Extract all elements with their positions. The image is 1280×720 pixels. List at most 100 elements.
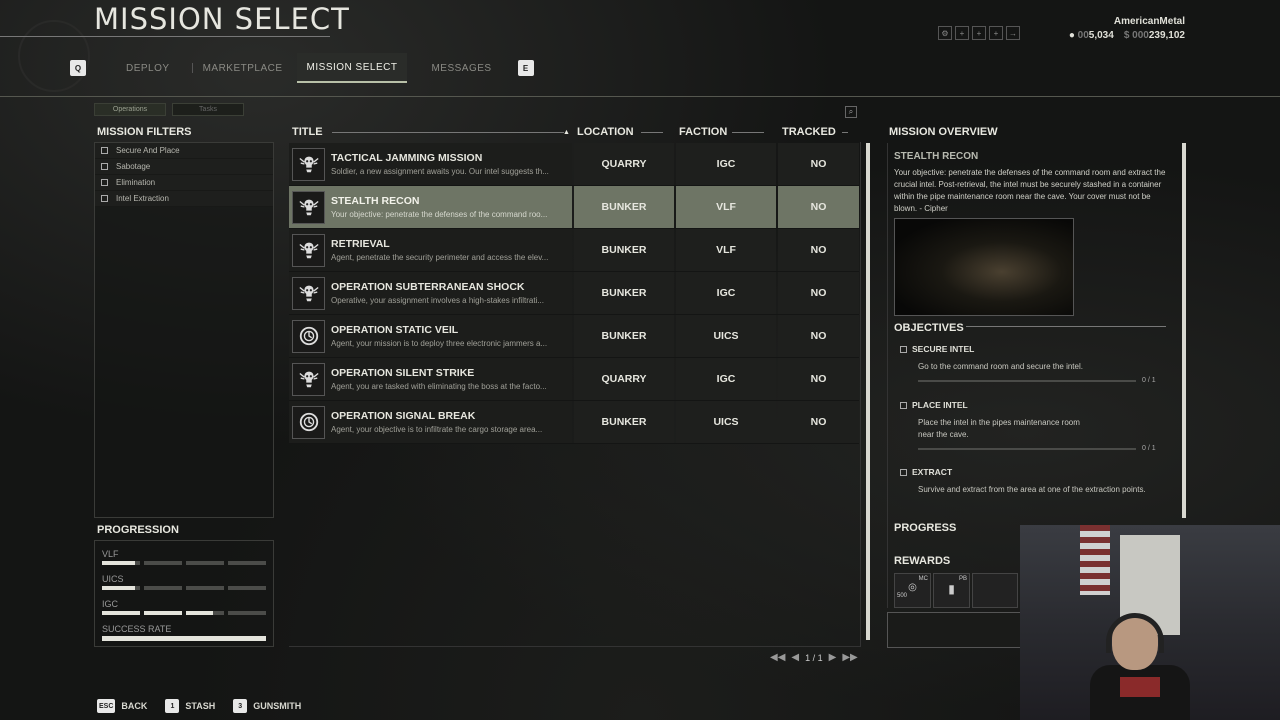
filters-panel: Secure And Place Sabotage Elimination In…	[94, 142, 274, 518]
mission-row[interactable]: RETRIEVAL Agent, penetrate the security p…	[289, 229, 859, 272]
first-page-icon[interactable]: ◀◀	[770, 652, 785, 663]
bottom-action-stash[interactable]: 1 STASH	[165, 699, 215, 713]
tab-marketplace[interactable]: MARKETPLACE	[193, 53, 293, 83]
subtab-operations[interactable]: Operations	[94, 103, 166, 116]
subtab-tasks[interactable]: Tasks	[172, 103, 244, 116]
filter-sabotage[interactable]: Sabotage	[95, 159, 273, 175]
plus-icon[interactable]: +	[989, 26, 1003, 40]
col-faction[interactable]: FACTION	[679, 126, 727, 138]
mission-title-cell[interactable]: TACTICAL JAMMING MISSION Soldier, a new a…	[289, 143, 572, 185]
checkbox[interactable]	[101, 147, 108, 154]
progression-segment	[186, 586, 224, 590]
filter-intel-extraction[interactable]: Intel Extraction	[95, 191, 273, 207]
mission-tracked: NO	[778, 315, 859, 357]
mission-row[interactable]: OPERATION SIGNAL BREAK Agent, your object…	[289, 401, 859, 444]
key-badge: 1	[165, 699, 180, 713]
bottom-action-gunsmith[interactable]: 3 GUNSMITH	[233, 699, 301, 713]
reward-item[interactable]: PB ▮	[933, 573, 970, 608]
arrow-right-icon[interactable]: →	[1006, 26, 1020, 40]
checkbox[interactable]	[101, 179, 108, 186]
sub-tabs: Operations Tasks	[94, 103, 244, 116]
mission-row[interactable]: OPERATION SILENT STRIKE Agent, you are ta…	[289, 358, 859, 401]
bottom-action-back[interactable]: ESC BACK	[97, 699, 147, 713]
mission-row[interactable]: OPERATION STATIC VEIL Agent, your mission…	[289, 315, 859, 358]
objective-place-intel: PLACE INTEL Place the intel in the pipes…	[900, 400, 1170, 452]
mission-title-cell[interactable]: OPERATION SIGNAL BREAK Agent, your object…	[289, 401, 572, 443]
mission-preview-image	[894, 218, 1074, 316]
tab-messages[interactable]: MESSAGES	[421, 53, 501, 83]
webcam-overlay	[1020, 525, 1280, 720]
overview-description: Your objective: penetrate the defenses o…	[894, 168, 1166, 213]
circle-emblem-icon	[292, 319, 325, 353]
mission-name: TACTICAL JAMMING MISSION	[331, 152, 483, 164]
plus-icon[interactable]: +	[972, 26, 986, 40]
success-rate-label: SUCCESS RATE	[102, 624, 172, 634]
settings-icon[interactable]: ⚙	[938, 26, 952, 40]
mission-row[interactable]: TACTICAL JAMMING MISSION Soldier, a new a…	[289, 143, 859, 186]
progression-segment	[102, 561, 140, 565]
mission-tracked: NO	[778, 143, 859, 185]
prev-page-icon[interactable]: ◀	[791, 652, 799, 663]
mission-row[interactable]: OPERATION SUBTERRANEAN SHOCK Operative, y…	[289, 272, 859, 315]
mission-tracked: NO	[778, 358, 859, 400]
flag-image	[1080, 525, 1110, 595]
skull-wings-icon	[292, 233, 325, 267]
mission-name: STEALTH RECON	[331, 195, 420, 207]
progression-bar	[102, 561, 266, 565]
objective-extract: EXTRACT Survive and extract from the are…	[900, 467, 1170, 496]
progression-segment	[144, 561, 182, 565]
mission-title-cell[interactable]: STEALTH RECON Your objective: penetrate t…	[289, 186, 572, 228]
mission-title-cell[interactable]: RETRIEVAL Agent, penetrate the security p…	[289, 229, 572, 271]
plus-icon[interactable]: +	[955, 26, 969, 40]
header-line	[842, 132, 848, 133]
mission-faction: IGC	[676, 272, 776, 314]
mission-description: Operative, your assignment involves a hi…	[331, 296, 544, 305]
objective-checkbox	[900, 468, 907, 476]
nav-prev-key[interactable]: Q	[70, 60, 86, 76]
search-icon[interactable]: ⌕	[845, 106, 857, 118]
status-icons: ⚙ + + + →	[938, 26, 1020, 40]
bottom-action-label: GUNSMITH	[253, 701, 302, 711]
top-nav: Q DEPLOY MARKETPLACE MISSION SELECT MESS…	[70, 52, 534, 84]
mission-list-scrollbar[interactable]	[866, 143, 870, 640]
tab-deploy[interactable]: DEPLOY	[116, 53, 180, 83]
filter-secure-and-place[interactable]: Secure And Place	[95, 143, 273, 159]
rewards-title: REWARDS	[894, 555, 951, 567]
checkbox[interactable]	[101, 163, 108, 170]
mission-title-cell[interactable]: OPERATION SILENT STRIKE Agent, you are ta…	[289, 358, 572, 400]
progression-segment	[144, 586, 182, 590]
checkbox[interactable]	[101, 195, 108, 202]
col-tracked[interactable]: TRACKED	[782, 126, 836, 138]
progression-panel: VLF UICS IGC SUCCESS RATE	[94, 540, 274, 647]
pager: ◀◀ ◀ 1 / 1 ▶ ▶▶	[770, 652, 858, 663]
last-page-icon[interactable]: ▶▶	[842, 652, 857, 663]
next-page-icon[interactable]: ▶	[829, 652, 837, 663]
title-underline	[0, 36, 330, 37]
skull-wings-icon	[292, 362, 325, 396]
filter-elimination[interactable]: Elimination	[95, 175, 273, 191]
mission-title-cell[interactable]: OPERATION STATIC VEIL Agent, your mission…	[289, 315, 572, 357]
overview-scrollbar[interactable]	[1182, 143, 1186, 518]
mission-name: OPERATION STATIC VEIL	[331, 324, 459, 336]
objective-secure-intel: SECURE INTEL Go to the command room and …	[900, 344, 1170, 384]
nav-next-key[interactable]: E	[517, 60, 534, 76]
mission-row[interactable]: STEALTH RECON Your objective: penetrate t…	[289, 186, 859, 229]
col-location[interactable]: LOCATION	[577, 126, 634, 138]
sort-arrow-icon[interactable]: ▲	[563, 129, 570, 136]
reward-item[interactable]: MC ◎ 500	[894, 573, 931, 608]
bottom-action-label: STASH	[185, 701, 216, 711]
progression-segment	[186, 561, 224, 565]
tab-mission-select[interactable]: MISSION SELECT	[296, 53, 408, 83]
reward-item[interactable]	[972, 573, 1018, 608]
streamer-image	[1090, 613, 1190, 720]
bottom-bar: ESC BACK 1 STASH 3 GUNSMITH	[97, 699, 301, 713]
progression-label-igc: IGC	[102, 599, 119, 609]
currency-a: ● 005,034	[1068, 30, 1114, 41]
mission-faction: VLF	[676, 229, 776, 271]
objective-progress-bar	[918, 447, 1136, 450]
mission-description: Agent, penetrate the security perimeter …	[331, 253, 549, 262]
mission-title-cell[interactable]: OPERATION SUBTERRANEAN SHOCK Operative, y…	[289, 272, 572, 314]
progression-label-vlf: VLF	[102, 549, 119, 559]
progression-segment	[186, 611, 224, 615]
skull-wings-icon	[292, 276, 325, 310]
